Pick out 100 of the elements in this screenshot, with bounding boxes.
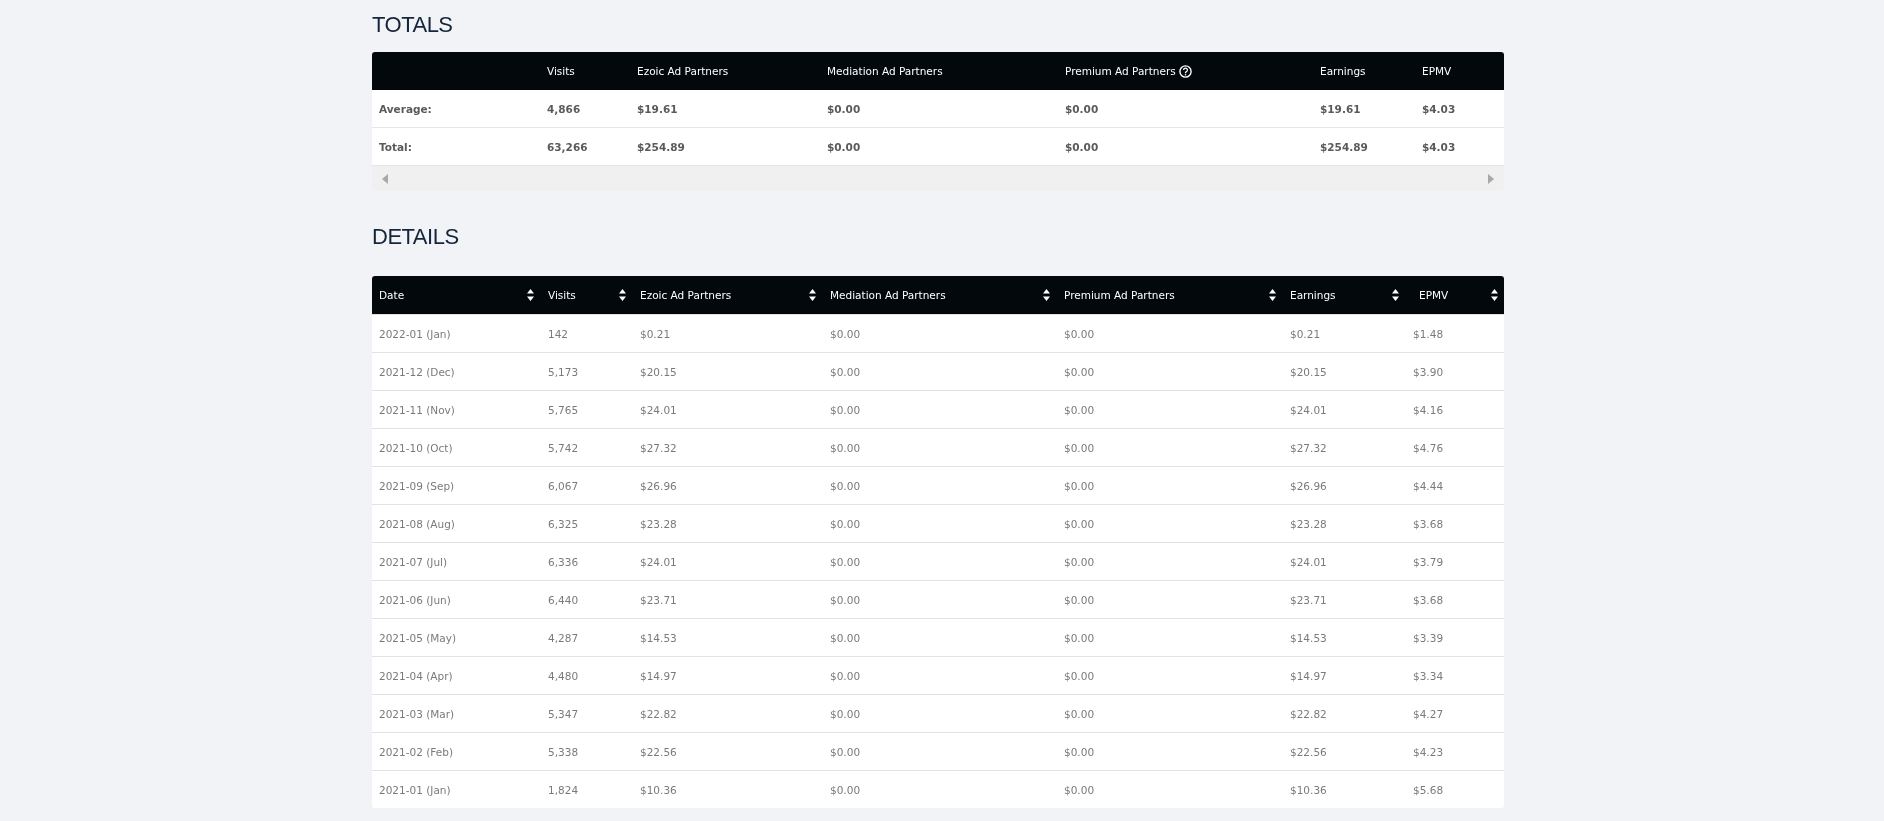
table-cell: $0.00	[830, 441, 861, 454]
table-cell: $0.00	[830, 593, 861, 606]
table-cell: 4,866	[547, 102, 581, 115]
column-header: Earnings	[1320, 65, 1366, 77]
table-cell: $0.00	[1064, 517, 1095, 530]
table-cell: $20.15	[640, 365, 677, 378]
table-cell: $22.56	[640, 745, 677, 758]
sort-icon[interactable]	[809, 289, 816, 301]
table-cell: $26.96	[1290, 479, 1327, 492]
table-cell: 2021-04 (Apr)	[379, 669, 453, 682]
table-cell: $4.23	[1413, 745, 1444, 758]
column-header[interactable]: Visits	[548, 289, 576, 301]
table-cell: $0.00	[1064, 479, 1095, 492]
table-cell: $24.01	[1290, 403, 1327, 416]
table-cell: $4.76	[1413, 441, 1444, 454]
table-cell: $20.15	[1290, 365, 1327, 378]
table-cell: $23.71	[1290, 593, 1327, 606]
table-cell: $3.39	[1413, 631, 1444, 644]
table-cell: $14.53	[1290, 631, 1327, 644]
table-cell: $3.68	[1413, 593, 1444, 606]
column-header[interactable]: EPMV	[1419, 289, 1449, 301]
column-header[interactable]: Ezoic Ad Partners	[640, 289, 732, 301]
sort-icon[interactable]	[1269, 289, 1276, 301]
table-cell: 2021-06 (Jun)	[379, 593, 451, 606]
table-cell: $26.96	[640, 479, 677, 492]
table-cell: 5,742	[548, 441, 579, 454]
help-icon[interactable]	[1178, 64, 1192, 78]
table-cell: $0.00	[1064, 403, 1095, 416]
column-header: Mediation Ad Partners	[827, 65, 943, 77]
table-cell: 5,338	[548, 745, 579, 758]
table-cell: $0.00	[830, 555, 861, 568]
table-cell: $23.71	[640, 593, 677, 606]
table-cell: $3.34	[1413, 669, 1444, 682]
table-cell: 142	[548, 327, 569, 340]
table-cell: $0.00	[1064, 593, 1095, 606]
table-cell: 4,287	[548, 631, 579, 644]
table-cell: $10.36	[1290, 783, 1327, 796]
table-cell: 5,765	[548, 403, 579, 416]
table-cell: $0.00	[830, 365, 861, 378]
table-cell: $19.61	[637, 102, 678, 115]
column-header[interactable]: Premium Ad Partners	[1064, 289, 1175, 301]
table-cell: $27.32	[1290, 441, 1327, 454]
table-cell: $23.28	[1290, 517, 1327, 530]
sort-icon[interactable]	[1491, 289, 1498, 301]
sort-icon[interactable]	[1392, 289, 1399, 301]
table-cell: $0.00	[1064, 365, 1095, 378]
table-cell: $19.61	[1320, 102, 1361, 115]
column-header: Visits	[547, 65, 575, 77]
table-cell: 2021-10 (Oct)	[379, 441, 453, 454]
table-cell: $22.82	[1290, 707, 1327, 720]
sort-icon[interactable]	[1043, 289, 1050, 301]
table-cell: 5,347	[548, 707, 579, 720]
table-cell: $22.56	[1290, 745, 1327, 758]
table-cell: $0.00	[830, 327, 861, 340]
table-cell: 2021-02 (Feb)	[379, 745, 453, 758]
table-cell: $0.00	[1064, 783, 1095, 796]
table-cell: 4,480	[548, 669, 579, 682]
table-cell: $254.89	[637, 140, 685, 153]
table-cell: $5.68	[1413, 783, 1444, 796]
sort-icon[interactable]	[527, 289, 534, 301]
table-cell: $22.82	[640, 707, 677, 720]
column-header: EPMV	[1422, 65, 1452, 77]
column-header[interactable]: Earnings	[1290, 289, 1336, 301]
sort-icon[interactable]	[619, 289, 626, 301]
table-cell: 6,325	[548, 517, 579, 530]
column-header: Premium Ad Partners	[1065, 65, 1176, 77]
table-cell: $4.16	[1413, 403, 1444, 416]
table-cell: $0.00	[1064, 669, 1095, 682]
table-cell: $0.00	[830, 631, 861, 644]
table-cell: $24.01	[1290, 555, 1327, 568]
table-cell: $27.32	[640, 441, 677, 454]
table-cell: 2021-03 (Mar)	[379, 707, 455, 720]
table-cell: 2021-12 (Dec)	[379, 365, 455, 378]
table-cell: $0.00	[1064, 707, 1095, 720]
table-cell: $4.44	[1413, 479, 1444, 492]
table-cell: 5,173	[548, 365, 579, 378]
table-cell: Total:	[379, 140, 412, 153]
table-cell: $0.00	[1064, 555, 1095, 568]
table-cell: $3.68	[1413, 517, 1444, 530]
table-cell: $0.00	[1064, 631, 1095, 644]
column-header[interactable]: Mediation Ad Partners	[830, 289, 946, 301]
table-cell: 2021-09 (Sep)	[379, 479, 455, 492]
section-title: TOTALS	[372, 11, 454, 39]
table-cell: 63,266	[547, 140, 588, 153]
table-cell: $0.00	[830, 745, 861, 758]
table-cell: $23.28	[640, 517, 677, 530]
table-cell: $0.00	[1065, 102, 1099, 115]
section-title: DETAILS	[372, 223, 460, 251]
table-cell: $0.00	[827, 102, 861, 115]
table-cell: $0.00	[1064, 441, 1095, 454]
table-cell: $14.53	[640, 631, 677, 644]
table-cell: $14.97	[1290, 669, 1327, 682]
table-cell: $3.90	[1413, 365, 1444, 378]
column-header[interactable]: Date	[379, 289, 405, 301]
table-cell: 2021-08 (Aug)	[379, 517, 455, 530]
table-cell: $4.03	[1422, 140, 1456, 153]
table-cell: $254.89	[1320, 140, 1368, 153]
table-cell: $0.00	[827, 140, 861, 153]
table-cell: 2021-11 (Nov)	[379, 403, 455, 416]
table-cell: $0.21	[1290, 327, 1321, 340]
